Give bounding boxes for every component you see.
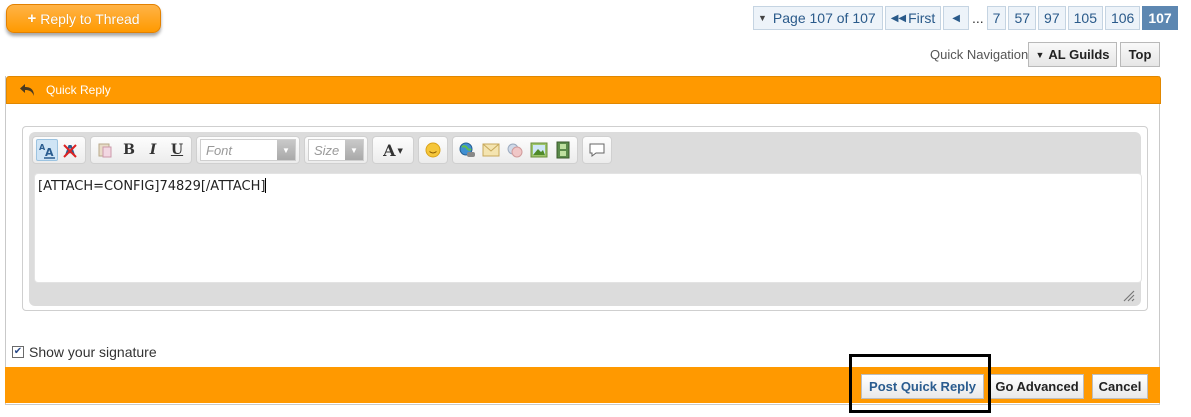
first-page-link[interactable]: ◀◀ First [884, 6, 942, 30]
size-select[interactable]: Size ▼ [308, 139, 364, 161]
text-color-button[interactable]: A ▼ [376, 139, 410, 161]
message-text: [ATTACH=CONFIG]74829[/ATTACH] [38, 179, 266, 194]
chevron-left-icon: ◀ [952, 12, 960, 24]
chevron-down-icon: ▼ [345, 140, 363, 160]
triangle-down-icon: ▼ [758, 13, 767, 23]
smiley-icon[interactable] [422, 139, 444, 161]
toolbar-group-format: B I U [90, 136, 192, 164]
editor-frame: AA A B I U Font ▼ [29, 132, 1142, 306]
toolbar-group-mode: AA A [32, 136, 86, 164]
svg-text:A: A [45, 146, 54, 159]
insert-email-icon[interactable] [480, 139, 502, 161]
resize-handle-icon[interactable] [1123, 290, 1135, 302]
plus-icon: + [27, 10, 37, 27]
chevron-down-icon: ▼ [277, 140, 295, 160]
toolbar-group-quote [582, 136, 612, 164]
font-select[interactable]: Font ▼ [200, 139, 296, 161]
triangle-down-icon: ▼ [1035, 49, 1045, 60]
page-link-7[interactable]: 7 [986, 6, 1007, 30]
quick-reply-title: Quick Reply [46, 83, 111, 97]
page-link-97[interactable]: 97 [1038, 6, 1066, 30]
toolbar-group-color: A ▼ [372, 136, 414, 164]
toolbar-group-font: Font ▼ [196, 136, 300, 164]
switch-editor-mode-icon[interactable]: AA [36, 139, 58, 161]
remove-link-icon[interactable] [504, 139, 526, 161]
font-select-label: Font [206, 142, 233, 158]
double-chevron-left-icon: ◀◀ [890, 12, 907, 24]
bold-button[interactable]: B [118, 139, 140, 161]
paste-icon[interactable] [94, 139, 116, 161]
italic-button[interactable]: I [142, 139, 164, 161]
page-link-106[interactable]: 106 [1104, 6, 1141, 30]
page-selector-label: Page 107 of 107 [772, 10, 876, 26]
toolbar-group-smilies [418, 136, 448, 164]
remove-format-icon[interactable]: A [60, 139, 82, 161]
page-link-57[interactable]: 57 [1008, 6, 1037, 30]
show-signature-checkbox[interactable]: ✔ [12, 346, 24, 358]
underline-button[interactable]: U [166, 139, 188, 161]
insert-link-icon[interactable] [456, 139, 478, 161]
show-signature-label: Show your signature [29, 344, 157, 360]
cancel-button[interactable]: Cancel [1092, 374, 1148, 399]
reply-arrow-icon [19, 82, 37, 98]
pagination: ▼ Page 107 of 107 ◀◀ First ◀ ... 7 57 97… [753, 6, 1178, 30]
go-advanced-button[interactable]: Go Advanced [990, 374, 1084, 399]
current-page: 107 [1142, 6, 1178, 30]
highlight-annotation [849, 354, 991, 413]
reply-to-thread-button[interactable]: + Reply to Thread [6, 4, 161, 33]
toolbar-group-size: Size ▼ [304, 136, 368, 164]
message-textarea[interactable]: [ATTACH=CONFIG]74829[/ATTACH] [34, 173, 1142, 283]
previous-page-link[interactable]: ◀ [943, 6, 969, 30]
first-page-label: First [908, 10, 936, 26]
message-editor: AA A B I U Font ▼ [22, 126, 1148, 311]
al-guilds-label: AL Guilds [1048, 47, 1110, 62]
quick-reply-header: Quick Reply [6, 76, 1161, 104]
quote-icon[interactable] [586, 139, 608, 161]
page-selector[interactable]: ▼ Page 107 of 107 [753, 6, 883, 30]
insert-image-icon[interactable] [528, 139, 550, 161]
text-cursor [265, 178, 267, 193]
toolbar-group-insert [452, 136, 578, 164]
caret-down-icon: ▼ [397, 145, 403, 155]
text-color-label: A [383, 140, 396, 160]
show-signature-option[interactable]: ✔ Show your signature [12, 344, 157, 360]
page-link-105[interactable]: 105 [1067, 6, 1103, 30]
reply-to-thread-label: Reply to Thread [40, 10, 140, 27]
editor-toolbar: AA A B I U Font ▼ [32, 136, 612, 164]
top-button[interactable]: Top [1120, 42, 1160, 67]
quick-navigation-label: Quick Navigation [930, 47, 1029, 62]
pagination-ellipsis: ... [972, 10, 984, 26]
al-guilds-dropdown[interactable]: ▼ AL Guilds [1028, 42, 1117, 67]
insert-video-icon[interactable] [552, 139, 574, 161]
size-select-label: Size [314, 142, 340, 158]
